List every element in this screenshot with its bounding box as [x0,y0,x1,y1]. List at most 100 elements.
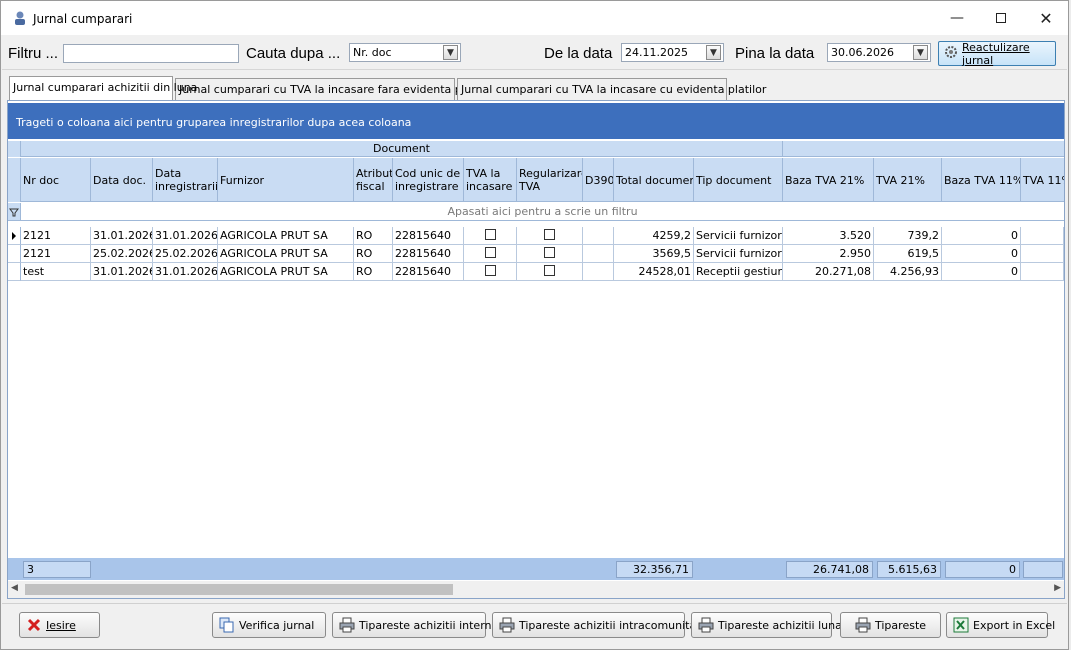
verify-journal-button[interactable]: Verifica jurnal [212,612,326,638]
cell-cod-unic[interactable]: 22815640 [393,263,464,281]
col-tva-incasare[interactable]: TVA la incasare [464,158,517,202]
cell-nr-doc[interactable]: 2121 [21,245,91,263]
cell-data-doc[interactable]: 25.02.2026 [91,245,153,263]
cell-baza-tva-11[interactable]: 0 [942,245,1021,263]
row-indicator[interactable] [8,263,21,281]
cell-data-inregistrarii[interactable]: 31.01.2026 [153,263,218,281]
checkbox[interactable] [484,247,496,258]
table-row[interactable]: 2121 31.01.2026 31.01.2026 AGRICOLA PRUT SA… [8,227,1064,245]
cell-tva-11[interactable] [1021,227,1064,245]
maximize-button[interactable] [978,5,1024,31]
cell-baza-tva-11[interactable]: 0 [942,227,1021,245]
cell-data-doc[interactable]: 31.01.2026 [91,227,153,245]
cell-furnizor[interactable]: AGRICOLA PRUT SA [218,227,354,245]
cell-total-document[interactable]: 4259,2 [614,227,694,245]
col-baza-tva-21[interactable]: Baza TVA 21% [783,158,874,202]
tab-tva-incasare-cu-evidenta[interactable]: Jurnal cumparari cu TVA la incasare cu e… [457,78,766,100]
scrollbar-thumb[interactable] [25,584,453,595]
checkbox[interactable] [544,247,555,258]
cell-regularizare-tva[interactable] [517,263,583,281]
col-baza-tva-11[interactable]: Baza TVA 11% [942,158,1021,202]
col-data-doc[interactable]: Data doc. [91,158,153,202]
col-tva-11[interactable]: TVA 11% [1021,158,1064,202]
row-indicator[interactable] [8,245,21,263]
cell-tva-incasare[interactable] [464,263,517,281]
col-cod-unic[interactable]: Cod unic de inregistrare [393,158,464,202]
chevron-down-icon[interactable]: ▼ [913,45,928,60]
cell-furnizor[interactable]: AGRICOLA PRUT SA [218,263,354,281]
cell-d390[interactable] [583,227,614,245]
refresh-journal-button[interactable]: Reactulizare jurnal [938,41,1056,67]
col-data-inregistrarii[interactable]: Data inregistrarii [153,158,218,202]
chevron-down-icon[interactable]: ▼ [706,45,721,60]
cell-regularizare-tva[interactable] [517,227,583,245]
col-furnizor[interactable]: Furnizor [218,158,354,202]
cell-tva-11[interactable] [1021,245,1064,263]
chevron-down-icon[interactable]: ▼ [443,45,458,60]
cell-cod-unic[interactable]: 22815640 [393,227,464,245]
table-row[interactable]: 2121 25.02.2026 25.02.2026 AGRICOLA PRUT SA… [8,245,1064,263]
print-intracommunity-button[interactable]: Tipareste achizitii intracomunitare [492,612,707,638]
search-by-select[interactable]: Nr. doc ▼ [349,43,461,62]
from-date-picker[interactable]: 24.11.2025 ▼ [621,43,724,62]
scroll-right-icon[interactable]: ▶ [1054,583,1061,593]
cell-data-inregistrarii[interactable]: 25.02.2026 [153,245,218,263]
horizontal-scrollbar[interactable]: ◀ ▶ [8,581,1064,598]
checkbox[interactable] [544,229,555,240]
cell-tva-incasare[interactable] [464,245,517,263]
cell-cod-unic[interactable]: 22815640 [393,245,464,263]
table-row[interactable]: test 31.01.2026 31.01.2026 AGRICOLA PRUT SA… [8,263,1064,281]
filter-input[interactable] [63,44,239,63]
cell-total-document[interactable]: 3569,5 [614,245,694,263]
cell-nr-doc[interactable]: test [21,263,91,281]
minimize-button[interactable]: — [934,5,980,31]
col-tva-21[interactable]: TVA 21% [874,158,942,202]
cell-regularizare-tva[interactable] [517,245,583,263]
cell-baza-tva-11[interactable]: 0 [942,263,1021,281]
checkbox[interactable] [544,265,555,276]
cell-nr-doc[interactable]: 2121 [21,227,91,245]
cell-data-inregistrarii[interactable]: 31.01.2026 [153,227,218,245]
cell-total-document[interactable]: 24528,01 [614,263,694,281]
to-date-picker[interactable]: 30.06.2026 ▼ [827,43,931,62]
tab-achizitii-luna[interactable]: Jurnal cumparari achizitii din luna [9,76,197,100]
cell-tva-11[interactable] [1021,263,1064,281]
tab-tva-incasare-fara-evidenta[interactable]: Jurnal cumparari cu TVA la incasare fara… [175,78,493,100]
cell-baza-tva-21[interactable]: 2.950 [783,245,874,263]
exit-button[interactable]: Iesire [19,612,100,638]
cell-tva-incasare[interactable] [464,227,517,245]
cell-atribut-fiscal[interactable]: RO [354,227,393,245]
cell-baza-tva-21[interactable]: 20.271,08 [783,263,874,281]
col-d390[interactable]: D390 [583,158,614,202]
band-document[interactable]: Document [21,141,783,157]
current-row-icon[interactable] [8,227,21,245]
band-indicator-icon[interactable] [8,141,21,157]
cell-tip-document[interactable]: Servicii furnizori [694,245,783,263]
print-internal-button[interactable]: Tipareste achizitii interne [332,612,498,638]
scroll-left-icon[interactable]: ◀ [11,583,18,593]
print-button[interactable]: Tipareste [840,612,941,638]
cell-atribut-fiscal[interactable]: RO [354,245,393,263]
export-excel-button[interactable]: Export in Excel [946,612,1055,638]
cell-d390[interactable] [583,263,614,281]
print-month-button[interactable]: Tipareste achizitii luna [691,612,842,638]
cell-tip-document[interactable]: Receptii gestiune [694,263,783,281]
cell-tip-document[interactable]: Servicii furnizori [694,227,783,245]
checkbox[interactable] [484,265,496,276]
cell-atribut-fiscal[interactable]: RO [354,263,393,281]
cell-data-doc[interactable]: 31.01.2026 [91,263,153,281]
column-chooser-icon[interactable] [8,158,21,202]
group-by-area[interactable]: Trageti o coloana aici pentru gruparea i… [8,103,1064,139]
cell-tva-21[interactable]: 619,5 [874,245,942,263]
cell-furnizor[interactable]: AGRICOLA PRUT SA [218,245,354,263]
checkbox[interactable] [484,229,496,240]
col-total-document[interactable]: Total document [614,158,694,202]
col-atribut-fiscal[interactable]: Atribut fiscal [354,158,393,202]
close-button[interactable]: ✕ [1023,5,1069,31]
cell-tva-21[interactable]: 4.256,93 [874,263,942,281]
cell-d390[interactable] [583,245,614,263]
filter-row[interactable]: Apasati aici pentru a scrie un filtru [8,203,1064,221]
col-regularizare-tva[interactable]: Regularizare TVA [517,158,583,202]
cell-baza-tva-21[interactable]: 3.520 [783,227,874,245]
cell-tva-21[interactable]: 739,2 [874,227,942,245]
